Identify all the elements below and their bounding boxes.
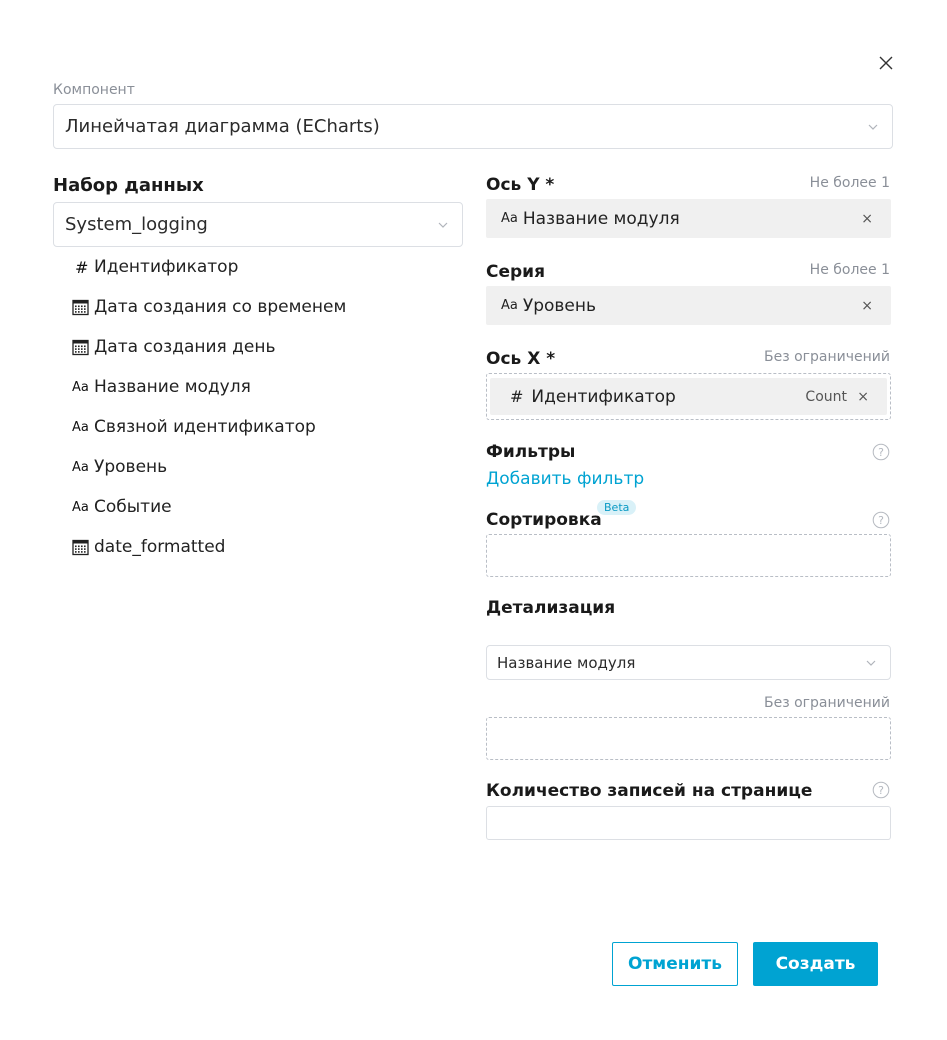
y-axis-limit: Не более 1	[809, 175, 890, 191]
calendar-icon	[72, 339, 89, 355]
drilldown-dropzone[interactable]	[486, 717, 891, 760]
create-button[interactable]: Создать	[753, 942, 878, 986]
component-select[interactable]: Линейчатая диаграмма (ECharts)	[53, 104, 893, 149]
dataset-field-item[interactable]: Дата создания со временем	[72, 296, 346, 318]
dataset-field-item[interactable]: Aa Уровень	[72, 456, 167, 478]
calendar-icon	[72, 539, 89, 555]
beta-badge: Beta	[597, 500, 637, 515]
dataset-field-label: Уровень	[94, 457, 168, 477]
help-icon[interactable]: ?	[872, 511, 890, 529]
dataset-field-label: Название модуля	[94, 377, 251, 397]
drilldown-title: Детализация	[486, 598, 616, 618]
dataset-select-value: System_logging	[65, 214, 208, 235]
component-label: Компонент	[53, 82, 135, 98]
text-type-icon: Aa	[72, 459, 89, 475]
x-axis-dropzone[interactable]: # Идентификатор Count ×	[486, 373, 891, 420]
dataset-field-item[interactable]: # Идентификатор	[72, 256, 238, 278]
text-type-icon: Aa	[501, 211, 518, 226]
x-axis-limit: Без ограничений	[764, 349, 890, 365]
chevron-down-icon	[438, 222, 448, 228]
svg-text:?: ?	[878, 446, 884, 459]
drilldown-select-value: Название модуля	[497, 653, 636, 672]
dataset-field-label: Событие	[94, 497, 172, 517]
aggregation-label[interactable]: Count	[805, 389, 847, 405]
component-select-value: Линейчатая диаграмма (ECharts)	[65, 116, 380, 137]
dataset-select[interactable]: System_logging	[53, 202, 463, 247]
dataset-field-label: Связной идентификатор	[94, 417, 316, 437]
calendar-icon	[72, 299, 89, 315]
page-size-title: Количество записей на странице	[486, 781, 813, 801]
text-type-icon: Aa	[72, 499, 89, 515]
series-chip[interactable]: Aa Уровень ×	[486, 286, 891, 325]
chevron-down-icon	[868, 124, 878, 130]
remove-icon[interactable]: ×	[857, 389, 869, 405]
svg-text:?: ?	[878, 784, 884, 797]
page-size-input[interactable]	[486, 806, 891, 840]
dataset-field-label: date_formatted	[94, 537, 226, 557]
dataset-title: Набор данных	[53, 175, 204, 196]
dataset-field-label: Дата создания со временем	[94, 297, 347, 317]
filters-title: Фильтры	[486, 442, 576, 462]
dataset-field-label: Идентификатор	[94, 257, 239, 277]
y-axis-title: Ось Y *	[486, 175, 555, 195]
dataset-field-item[interactable]: Aa Название модуля	[72, 376, 251, 398]
y-axis-chip[interactable]: Aa Название модуля ×	[486, 199, 891, 238]
sorting-dropzone[interactable]	[486, 534, 891, 577]
series-title: Серия	[486, 262, 546, 282]
add-filter-link[interactable]: Добавить фильтр	[486, 469, 644, 489]
dataset-field-label: Дата создания день	[94, 337, 276, 357]
svg-text:?: ?	[878, 514, 884, 527]
dataset-field-item[interactable]: date_formatted	[72, 536, 225, 558]
calendar-icon-wrap	[72, 539, 94, 556]
help-icon[interactable]: ?	[872, 443, 890, 461]
hash-icon: #	[510, 387, 524, 406]
x-axis-chip[interactable]: # Идентификатор Count ×	[490, 378, 887, 415]
calendar-icon-wrap	[72, 339, 94, 356]
remove-icon[interactable]: ×	[861, 211, 873, 227]
drilldown-limit: Без ограничений	[764, 695, 890, 711]
text-type-icon: Aa	[501, 298, 518, 313]
calendar-icon-wrap	[72, 299, 94, 316]
series-limit: Не более 1	[809, 262, 890, 278]
series-chip-label: Уровень	[522, 295, 597, 316]
x-axis-chip-label: Идентификатор	[531, 386, 676, 407]
chevron-down-icon	[866, 660, 876, 666]
remove-icon[interactable]: ×	[861, 298, 873, 314]
sorting-title: Сортировка	[486, 510, 602, 530]
x-axis-title: Ось X *	[486, 349, 556, 369]
dataset-field-item[interactable]: Aa Событие	[72, 496, 172, 518]
help-icon[interactable]: ?	[872, 781, 890, 799]
y-axis-chip-label: Название модуля	[522, 208, 680, 229]
drilldown-select[interactable]: Название модуля	[486, 645, 891, 680]
text-type-icon: Aa	[72, 419, 89, 435]
text-type-icon: Aa	[72, 379, 89, 395]
close-icon[interactable]	[876, 53, 896, 73]
cancel-button[interactable]: Отменить	[612, 942, 738, 986]
hash-icon: #	[75, 257, 89, 277]
dataset-field-item[interactable]: Дата создания день	[72, 336, 276, 358]
dataset-field-item[interactable]: Aa Связной идентификатор	[72, 416, 316, 438]
